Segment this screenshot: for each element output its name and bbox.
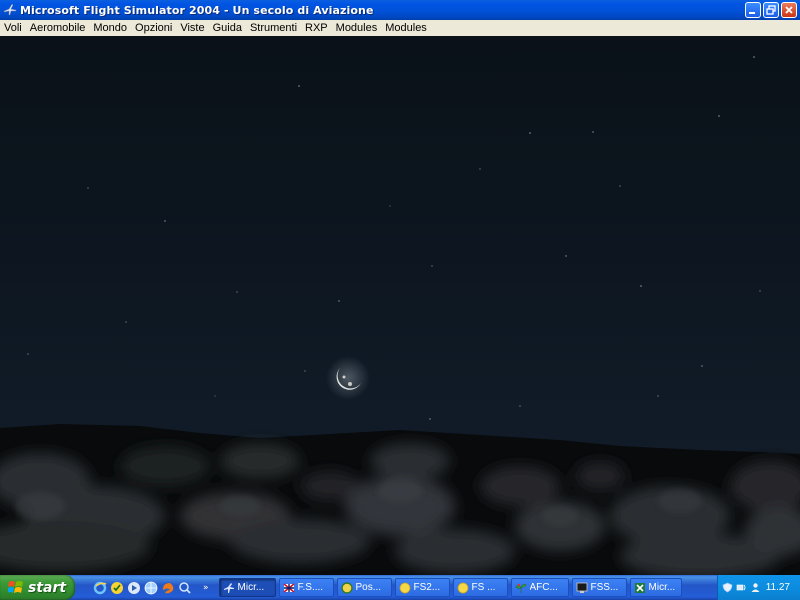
menu-modules-2[interactable]: Modules [381, 22, 431, 34]
norton-icon[interactable] [110, 581, 124, 595]
simulator-viewport[interactable] [0, 36, 800, 575]
monitor-icon [576, 582, 588, 594]
taskbar: start » Micr... F.S.... Pos... FS2... FS… [0, 575, 800, 600]
media-player-icon[interactable] [127, 581, 141, 595]
menu-viste[interactable]: Viste [176, 22, 208, 34]
menu-strumenti[interactable]: Strumenti [246, 22, 301, 34]
menu-voli[interactable]: Voli [0, 22, 26, 34]
minimize-button[interactable] [745, 2, 761, 18]
menu-bar: Voli Aeromobile Mondo Opzioni Viste Guid… [0, 20, 800, 37]
ie-icon[interactable] [93, 581, 107, 595]
menu-aeromobile[interactable]: Aeromobile [26, 22, 90, 34]
menu-opzioni[interactable]: Opzioni [131, 22, 176, 34]
night-sky-scene [0, 56, 800, 575]
flag-icon [283, 582, 295, 594]
restore-icon [766, 5, 776, 15]
task-buttons: Micr... F.S.... Pos... FS2... FS ... AFC… [218, 578, 682, 597]
task-button-pos[interactable]: Pos... [336, 578, 392, 597]
quick-launch: » [93, 575, 209, 600]
start-label: start [28, 579, 67, 596]
yellow-circle-icon [399, 582, 411, 594]
task-button-excel[interactable]: Micr... [629, 578, 682, 597]
shield-tray-icon[interactable] [722, 582, 733, 593]
network-tray-icon[interactable] [736, 582, 747, 593]
menu-modules[interactable]: Modules [332, 22, 382, 34]
task-button-fss[interactable]: FSS... [571, 578, 627, 597]
windows-logo-icon [8, 580, 24, 595]
title-bar[interactable]: Microsoft Flight Simulator 2004 - Un sec… [0, 0, 800, 20]
restore-button[interactable] [763, 2, 779, 18]
task-button-flight-simulator[interactable]: Micr... [218, 578, 276, 597]
close-icon [785, 6, 793, 14]
start-button[interactable]: start [0, 575, 75, 600]
system-tray: 11.27 [717, 575, 800, 600]
menu-guida[interactable]: Guida [209, 22, 246, 34]
airplane-app-icon[interactable] [3, 3, 17, 17]
firefox-icon[interactable] [161, 581, 175, 595]
minimize-icon [749, 12, 755, 14]
globe-icon[interactable] [144, 581, 158, 595]
green-circle-icon [340, 581, 353, 594]
task-button-fs[interactable]: FS ... [452, 578, 508, 597]
flightsim-icon [223, 582, 235, 594]
task-button-fs2[interactable]: FS2... [394, 578, 450, 597]
yellow-circle-icon [457, 582, 469, 594]
menu-rxp[interactable]: RXP [301, 22, 332, 34]
moon-icon [326, 356, 370, 400]
stars [27, 56, 761, 420]
clock[interactable]: 11.27 [766, 582, 790, 593]
window-title: Microsoft Flight Simulator 2004 - Un sec… [20, 3, 374, 17]
user-tray-icon[interactable] [750, 582, 761, 593]
task-button-fs-flag[interactable]: F.S.... [278, 578, 334, 597]
menu-mondo[interactable]: Mondo [89, 22, 131, 34]
quick-launch-more-button[interactable]: » [203, 583, 209, 593]
excel-icon [634, 582, 646, 594]
close-button[interactable] [781, 2, 797, 18]
search-icon[interactable] [178, 581, 192, 595]
task-button-afc[interactable]: AFC... [510, 578, 569, 597]
plant-icon [515, 582, 527, 594]
